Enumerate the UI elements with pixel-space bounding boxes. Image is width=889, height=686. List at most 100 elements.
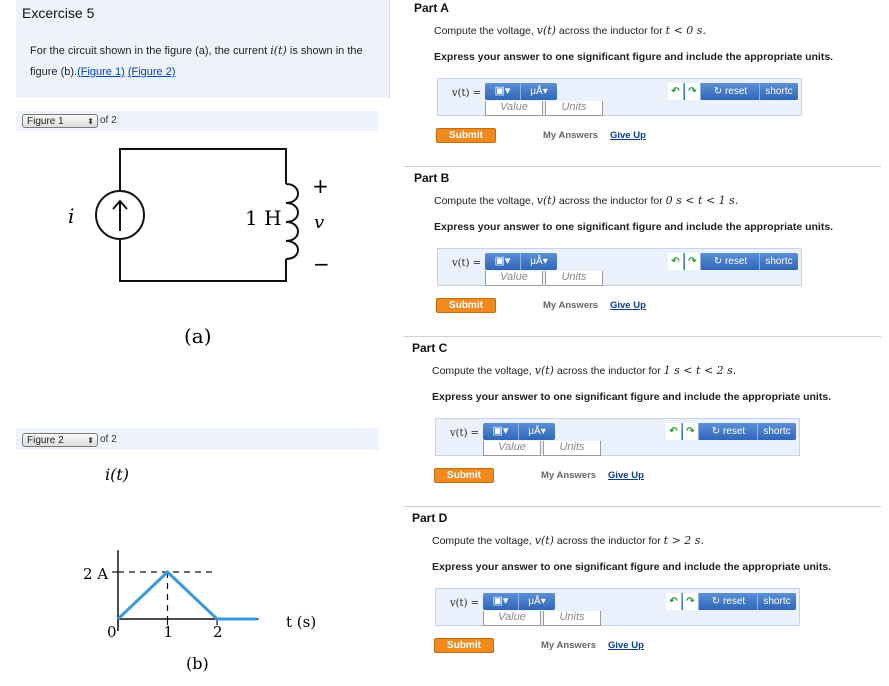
units-input[interactable]: Units [543,441,601,456]
part-title: Part C [412,341,448,355]
submit-button[interactable]: Submit [434,468,494,483]
shortcuts-button[interactable]: shortc [758,593,796,610]
my-answers-link[interactable]: My Answers [543,300,598,311]
shortcuts-button[interactable]: shortc [758,423,796,440]
give-up-link[interactable]: Give Up [610,300,646,311]
figure-2-count: of 2 [100,434,117,445]
equation-toolbar: ▣▾ μÅ▾ [483,593,555,610]
current-plot: i(t) 2 A 0 1 2 t (s) (b) [83,465,316,673]
reset-button[interactable]: ↻ reset [702,83,760,100]
undo-icon[interactable]: ↶ [668,83,684,100]
part-question: Compute the voltage, v(t) across the ind… [432,534,704,547]
inductor-coil [285,183,299,260]
redo-icon[interactable]: ↷ [683,423,699,440]
figure-1-link[interactable]: (Figure 1) [77,66,125,78]
undo-icon[interactable]: ↶ [668,253,684,270]
templates-icon[interactable]: ▣▾ [485,83,521,100]
part-instruction: Express your answer to one significant f… [434,221,834,233]
part-title: Part D [412,511,448,525]
units-input[interactable]: Units [545,271,603,286]
part-question: Compute the voltage, v(t) across the ind… [432,364,737,377]
current-label: i [68,204,74,228]
reset-icon: ↻ [713,256,723,267]
answer-label: v(t) = [450,428,480,439]
circuit-wire-bottom [119,240,287,282]
submit-button[interactable]: Submit [436,128,496,143]
exercise-title: Excercise 5 [22,5,95,21]
y-axis-label: i(t) [105,465,129,484]
give-up-link[interactable]: Give Up [608,470,644,481]
circuit-figure: i 1 H + v − (a) [68,148,330,348]
updown-icon: ⬍ [87,436,94,445]
submit-button[interactable]: Submit [434,638,494,653]
answer-box: v(t) = ▣▾ μÅ▾ ↶ ↷ ↻ reset shortc Value U… [435,588,800,626]
give-up-link[interactable]: Give Up [608,640,644,651]
part-instruction: Express your answer to one significant f… [432,391,832,403]
equation-toolbar: ▣▾ μÅ▾ [483,423,555,440]
shortcuts-button[interactable]: shortc [760,253,798,270]
undo-icon[interactable]: ↶ [666,423,682,440]
problem-statement: For the circuit shown in the figure (a),… [30,44,363,78]
equation-toolbar: ▣▾ μÅ▾ [485,253,557,270]
part-instruction: Express your answer to one significant f… [432,561,832,573]
my-answers-link[interactable]: My Answers [541,470,596,481]
x-axis-label: t (s) [286,613,316,631]
part-separator [404,336,881,337]
my-answers-link[interactable]: My Answers [543,130,598,141]
figure-2-select[interactable]: Figure 2 ⬍ [22,433,98,447]
y-tick-label: 2 A [83,565,108,583]
value-input[interactable]: Value [485,271,543,286]
plus-sign: + [312,174,329,198]
reset-button[interactable]: ↻ reset [700,423,758,440]
units-input[interactable]: Units [543,611,601,626]
answer-label: v(t) = [452,258,482,269]
redo-icon[interactable]: ↷ [685,253,701,270]
give-up-link[interactable]: Give Up [610,130,646,141]
problem-column: Excercise 5 For the circuit shown in the… [0,0,392,686]
shortcuts-button[interactable]: shortc [760,83,798,100]
minus-sign: − [313,252,330,276]
series-line [116,569,257,621]
templates-icon[interactable]: ▣▾ [483,593,519,610]
figure-1-select[interactable]: Figure 1 ⬍ [22,114,98,128]
reset-icon: ↻ [711,596,721,607]
redo-icon[interactable]: ↷ [683,593,699,610]
units-button[interactable]: μÅ▾ [519,593,555,610]
answer-actions: ↶ ↷ ↻ reset shortc [668,253,798,270]
reset-button[interactable]: ↻ reset [702,253,760,270]
x-tick-label-0: 0 [107,623,117,641]
figure-2-link[interactable]: (Figure 2) [128,66,176,78]
units-button[interactable]: μÅ▾ [521,83,557,100]
reset-button[interactable]: ↻ reset [700,593,758,610]
part-question: Compute the voltage, v(t) across the ind… [434,194,739,207]
figure-1-count: of 2 [100,115,117,126]
x-tick-label-1: 1 [164,623,174,641]
templates-icon[interactable]: ▣▾ [483,423,519,440]
redo-icon[interactable]: ↷ [685,83,701,100]
submit-button[interactable]: Submit [436,298,496,313]
part-separator [404,506,881,507]
units-button[interactable]: μÅ▾ [519,423,555,440]
value-input[interactable]: Value [485,101,543,116]
undo-icon[interactable]: ↶ [666,593,682,610]
part-title: Part B [414,171,450,185]
answer-label: v(t) = [452,88,482,99]
voltage-label: v [314,212,324,233]
part-title: Part A [414,1,449,15]
units-button[interactable]: μÅ▾ [521,253,557,270]
part-question: Compute the voltage, v(t) across the ind… [434,24,706,37]
equation-toolbar: ▣▾ μÅ▾ [485,83,557,100]
answer-box: v(t) = ▣▾ μÅ▾ ↶ ↷ ↻ reset shortc Value U… [437,78,802,116]
figure-1-caption: (a) [184,324,212,348]
part-separator [404,166,881,167]
units-input[interactable]: Units [545,101,603,116]
value-input[interactable]: Value [483,441,541,456]
problem-header: Excercise 5 For the circuit shown in the… [16,0,390,98]
my-answers-link[interactable]: My Answers [541,640,596,651]
value-input[interactable]: Value [483,611,541,626]
answer-actions: ↶ ↷ ↻ reset shortc [668,83,798,100]
answer-label: v(t) = [450,598,480,609]
templates-icon[interactable]: ▣▾ [485,253,521,270]
circuit-wire-top [119,148,287,191]
part-instruction: Express your answer to one significant f… [434,51,834,63]
